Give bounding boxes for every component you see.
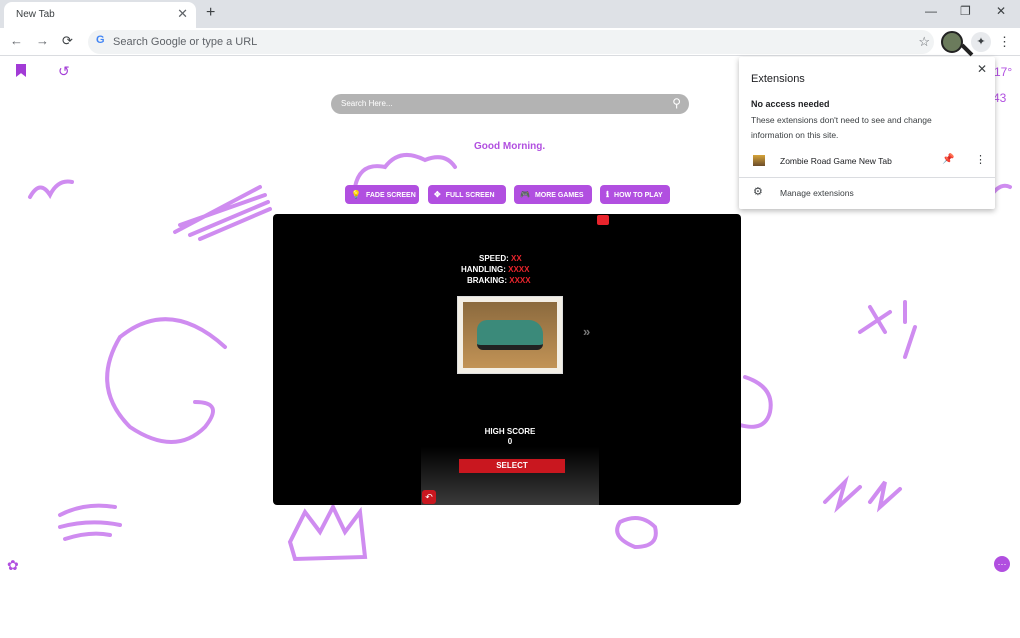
more-options-icon[interactable]: ⋯ [994,556,1010,572]
extensions-popup: Extensions ✕ No access needed These exte… [739,57,995,209]
more-games-button[interactable]: 🎮 MORE GAMES [514,185,592,204]
more-games-label: MORE GAMES [534,192,584,199]
how-to-play-label: HOW TO PLAY [614,192,663,199]
game-back-icon[interactable]: ↶ [422,490,436,504]
game-frame[interactable]: SPEED: XX HANDLING: XXXX BRAKING: XXXX »… [273,214,741,505]
search-placeholder: Search Here... [341,99,393,108]
high-score-label: HIGH SCORE [484,427,536,436]
select-button[interactable]: SELECT [459,459,565,473]
expand-icon: ✥ [434,190,441,199]
bookmark-icon[interactable] [16,64,26,77]
info-icon: ℹ [606,190,610,199]
car-photo-background [463,302,557,368]
tab-title: New Tab [16,9,55,20]
fade-screen-button[interactable]: 💡 FADE SCREEN [345,185,419,204]
forward-button[interactable]: → [36,33,49,48]
close-icon[interactable]: ✕ [977,62,987,76]
gear-icon: ⚙ [753,186,763,198]
car-photo [457,296,563,374]
extension-name[interactable]: Zombie Road Game New Tab [780,156,892,166]
manage-extensions-link[interactable]: Manage extensions [780,188,854,198]
popup-title: Extensions [751,73,805,85]
full-screen-button[interactable]: ✥ FULL SCREEN [428,185,506,204]
new-tab-button[interactable]: + [206,4,215,22]
restore-button[interactable]: ❐ [960,4,971,18]
high-score-value: 0 [507,437,513,446]
fade-screen-label: FADE SCREEN [365,192,416,199]
window-close-button[interactable]: ✕ [996,4,1006,18]
reload-button[interactable]: ⟳ [62,33,73,49]
page-search-input[interactable]: Search Here... ⚲ [331,94,689,114]
browser-toolbar: ← → ⟳ G Search Google or type a URL ☆ [0,28,1020,56]
search-icon[interactable]: ⚲ [672,96,681,110]
lightbulb-icon: 💡 [351,190,361,199]
settings-icon[interactable]: ✿ [7,557,19,574]
divider [739,177,995,178]
tab-strip: New Tab ✕ + — ❐ ✕ [0,0,1020,28]
pin-icon[interactable]: 📌 [942,154,954,165]
weather-temperature: 17° [994,65,1013,79]
stat-speed: SPEED: XX [479,254,522,263]
omnibox-placeholder: Search Google or type a URL [113,36,258,48]
extension-icon [753,155,765,166]
next-car-icon[interactable]: » [583,324,590,339]
tab-new-tab[interactable]: New Tab ✕ [4,2,196,28]
back-button[interactable]: ← [10,33,23,48]
browser-menu-icon[interactable]: ⋮ [998,34,1011,50]
bookmark-star-icon[interactable]: ☆ [918,34,930,50]
section-description: These extensions don't need to see and c… [751,115,932,140]
mute-icon[interactable] [597,215,609,225]
zombie-road-extension-icon[interactable] [941,31,963,53]
stat-handling: HANDLING: XXXX [461,265,530,274]
close-icon[interactable]: ✕ [177,7,188,21]
omnibox[interactable]: G Search Google or type a URL ☆ [88,30,934,54]
section-heading: No access needed [751,99,830,109]
full-screen-label: FULL SCREEN [445,192,495,199]
history-icon[interactable]: ↺ [58,63,70,80]
how-to-play-button[interactable]: ℹ HOW TO PLAY [600,185,670,204]
google-icon: G [96,34,105,46]
extension-more-icon[interactable]: ⋮ [975,153,986,166]
extensions-puzzle-icon[interactable]: ✦ [971,32,991,52]
game-viewport[interactable]: SPEED: XX HANDLING: XXXX BRAKING: XXXX »… [421,214,609,505]
gamepad-icon: 🎮 [520,190,530,199]
weather-extra: 43 [993,91,1007,105]
greeting-text: Good Morning. [474,141,546,152]
stat-braking: BRAKING: XXXX [467,276,531,285]
minimize-button[interactable]: — [925,4,937,18]
car-image [477,320,543,350]
